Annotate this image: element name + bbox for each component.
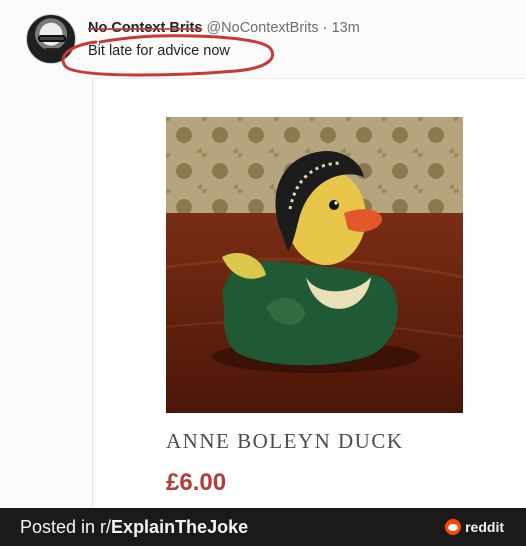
user-handle[interactable]: @NoContextBrits <box>206 20 318 36</box>
tweet-text: Bit late for advice now <box>88 43 230 59</box>
rubber-duck-photo <box>166 117 463 413</box>
avatar-glasses-icon <box>38 35 66 42</box>
posted-in-label: Posted in r/ExplainTheJoke <box>20 517 248 538</box>
reddit-footer-bar: Posted in r/ExplainTheJoke reddit <box>0 508 526 546</box>
product-price: £6.00 <box>166 469 227 496</box>
avatar-mouth-icon <box>45 48 59 51</box>
timestamp[interactable]: 13m <box>332 20 360 36</box>
product-card[interactable]: ANNE BOLEYN DUCK £6.00 <box>92 78 526 508</box>
reddit-wordmark: reddit <box>465 519 504 535</box>
screenshot-frame: No Context Brits @NoContextBrits · 13m B… <box>0 0 526 546</box>
product-image[interactable] <box>166 117 463 413</box>
product-title[interactable]: ANNE BOLEYN DUCK <box>166 429 404 454</box>
tweet-author-line: No Context Brits @NoContextBrits · 13m <box>88 20 360 36</box>
posted-in-prefix: Posted in r/ <box>20 517 112 537</box>
subreddit-link[interactable]: ExplainTheJoke <box>111 517 248 537</box>
tweet-header: No Context Brits @NoContextBrits · 13m B… <box>0 0 526 78</box>
reddit-logo[interactable]: reddit <box>445 519 504 535</box>
separator-dot: · <box>322 20 328 36</box>
avatar[interactable] <box>26 14 76 64</box>
reddit-snoo-icon <box>445 519 462 535</box>
display-name[interactable]: No Context Brits <box>88 20 202 36</box>
